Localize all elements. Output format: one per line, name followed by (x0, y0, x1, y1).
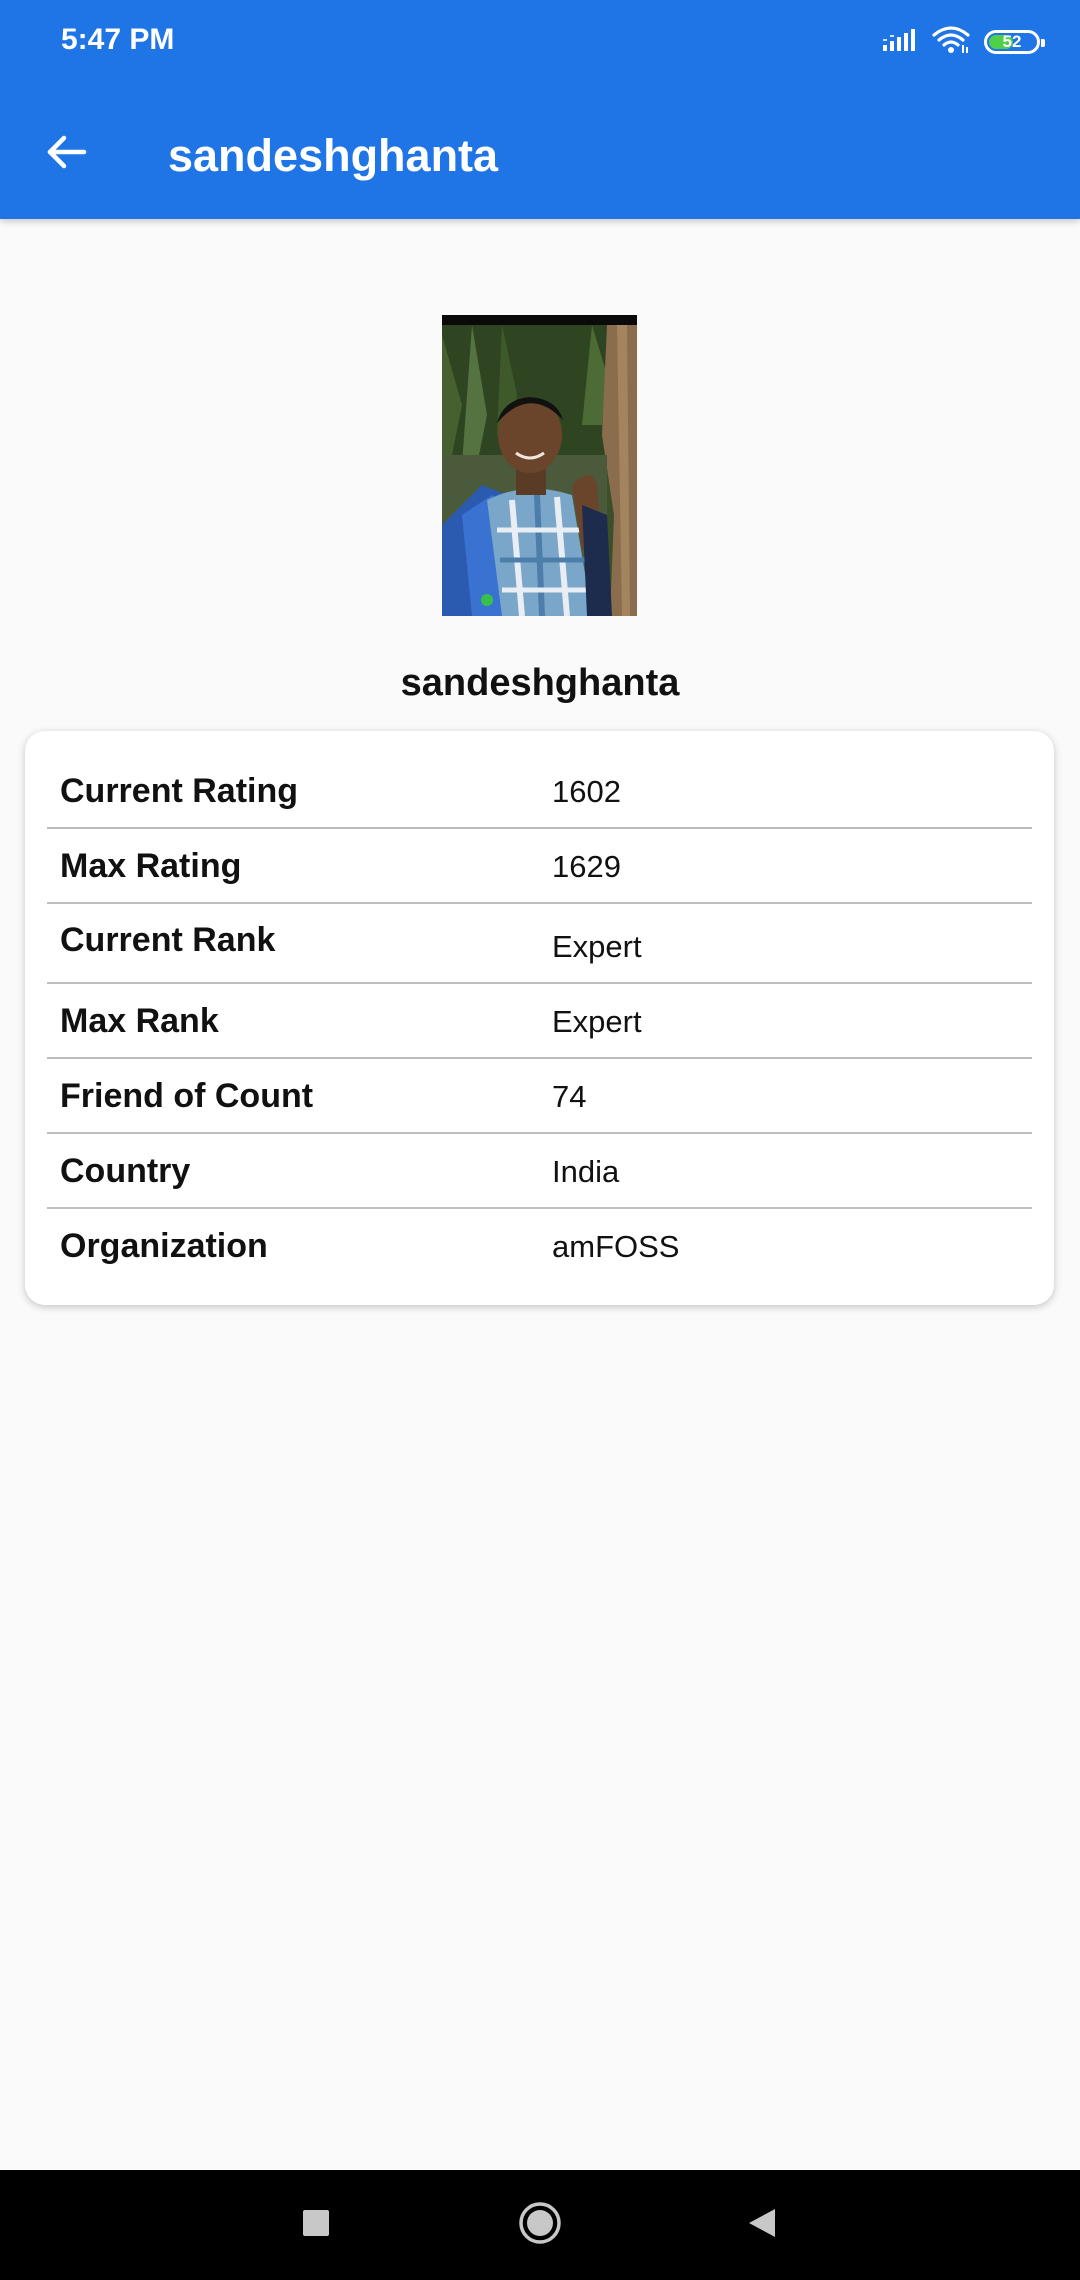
detail-label: Max Rank (60, 1002, 219, 1040)
detail-row-current-rating: Current Rating 1602 (47, 755, 1032, 829)
detail-value: Expert (552, 929, 642, 964)
back-icon (745, 2206, 779, 2245)
app-bar: 5:47 PM 52 sandeshghanta (0, 0, 1080, 219)
detail-label: Organization (60, 1227, 268, 1265)
battery-icon: 52 (984, 30, 1045, 54)
avatar (442, 315, 637, 616)
recent-apps-button[interactable] (286, 2195, 346, 2255)
detail-value: 1602 (552, 774, 621, 809)
detail-value: India (552, 1154, 620, 1189)
detail-label: Current Rating (60, 772, 298, 810)
page-title: sandeshghanta (168, 130, 499, 181)
detail-label: Friend of Count (60, 1077, 314, 1115)
home-button[interactable] (510, 2195, 570, 2255)
detail-row-country: Country India (47, 1134, 1032, 1209)
detail-label: Current Rank (60, 921, 276, 959)
wifi-icon (932, 25, 970, 60)
battery-tip (1041, 39, 1045, 47)
back-nav-button[interactable] (732, 2195, 792, 2255)
status-time: 5:47 PM (61, 23, 175, 56)
detail-value: amFOSS (552, 1229, 680, 1264)
detail-label: Max Rating (60, 847, 242, 885)
status-icons: 52 (882, 22, 1045, 62)
detail-row-max-rank: Max Rank Expert (47, 984, 1032, 1059)
detail-value: 74 (552, 1079, 587, 1114)
recent-apps-icon (301, 2208, 331, 2243)
detail-row-current-rank: Current Rank Expert (47, 904, 1032, 984)
details-card: Current Rating 1602 Max Rating 1629 Curr… (25, 731, 1054, 1305)
detail-label: Country (60, 1152, 191, 1190)
system-nav-bar (0, 2170, 1080, 2280)
detail-row-friend-of-count: Friend of Count 74 (47, 1059, 1032, 1134)
detail-row-max-rating: Max Rating 1629 (47, 829, 1032, 904)
detail-value: 1629 (552, 849, 621, 884)
signal-icon (882, 27, 918, 58)
profile-name: sandeshghanta (400, 662, 680, 704)
back-button[interactable] (30, 118, 102, 190)
battery-level-text: 52 (1002, 32, 1022, 51)
home-icon (517, 2200, 563, 2251)
detail-value: Expert (552, 1004, 642, 1039)
detail-row-organization: Organization amFOSS (47, 1209, 1032, 1282)
arrow-left-icon (44, 130, 88, 179)
